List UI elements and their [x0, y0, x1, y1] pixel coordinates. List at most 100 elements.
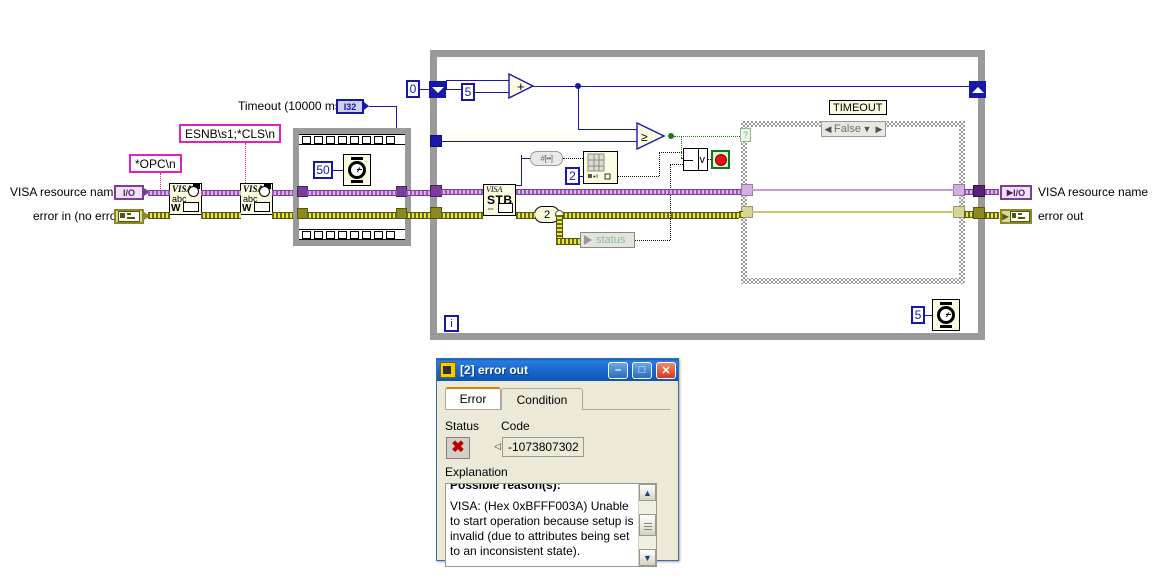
wire-io-stb-to-case: [516, 189, 742, 195]
error-in-terminal[interactable]: [114, 209, 144, 224]
visa-write-2-glyph: W: [242, 203, 252, 214]
wire-err-to-output: [985, 212, 999, 219]
loop-tunnel-err-out[interactable]: [973, 207, 985, 219]
visa-write-node-1[interactable]: VISA abc W: [169, 183, 202, 215]
chevron-down-icon[interactable]: ▼: [861, 124, 873, 134]
svg-text:≥: ≥: [641, 130, 648, 144]
case-prev-arrow-icon[interactable]: ◀: [822, 124, 834, 135]
svg-text:+: +: [517, 79, 525, 94]
clock-icon: [259, 186, 270, 197]
wire-stb-out-h: [516, 185, 522, 186]
opc-string-constant[interactable]: *OPC\n: [129, 154, 182, 173]
wire-wait50-to-timer: [333, 170, 343, 171]
scrollbar-thumb[interactable]: [639, 514, 656, 536]
visa-resource-name-out-terminal[interactable]: ▶ I/O: [1000, 185, 1032, 200]
visa-resource-name-terminal[interactable]: I/O: [114, 185, 144, 200]
error-code-field[interactable]: -1073807302: [502, 437, 584, 457]
scroll-down-button[interactable]: ▼: [639, 549, 656, 566]
wait-ms-function[interactable]: [343, 154, 371, 186]
wire-err-seg2: [201, 212, 241, 219]
wire-index-out-v: [659, 152, 661, 176]
explanation-textbox[interactable]: Possible reason(s): VISA: (Hex 0xBFFF003…: [445, 483, 657, 567]
wire-stb-out-up: [521, 155, 522, 185]
minimize-button[interactable]: –: [608, 361, 628, 379]
visa-write-node-2[interactable]: VISA abc W: [240, 183, 273, 215]
unbundle-status-node[interactable]: status: [580, 232, 635, 248]
wire-io-loop-to-stb: [441, 189, 483, 195]
wire-err-loop-to-stb: [441, 212, 483, 219]
code-label: Code: [501, 419, 530, 433]
wire-err-inside-seq: [307, 212, 397, 219]
sequence-film-bottom: [299, 229, 405, 240]
flat-sequence-structure[interactable]: [293, 128, 411, 246]
explanation-scrollbar[interactable]: ▲ ▼: [638, 484, 656, 566]
case-structure-body: [747, 127, 959, 278]
wire-err-to-case: [739, 211, 743, 218]
error-out-label: error out: [1038, 209, 1084, 223]
visa-read-stb-node[interactable]: VISA STB ⇔: [483, 184, 516, 216]
or-node[interactable]: v: [683, 148, 708, 171]
wire-err-branch-h: [556, 238, 580, 245]
n2b-glyph: #[••]: [540, 154, 554, 163]
esnb-string-constant[interactable]: ESNB\s1;*CLS\n: [179, 124, 282, 143]
loop-tunnel-io-out[interactable]: [973, 185, 985, 197]
shift-register-left[interactable]: [429, 81, 446, 98]
wire-io-seg2: [201, 190, 241, 196]
wire-sr-top-to-add: [446, 80, 510, 81]
increment-5-constant[interactable]: 5: [461, 83, 475, 101]
wire-ge-to-case-selector: [674, 136, 742, 138]
timeout-terminal[interactable]: I32: [336, 99, 364, 114]
wire-timeout-h1: [369, 106, 396, 107]
tab-condition[interactable]: Condition: [501, 388, 583, 410]
visa-write-1-io-box: [183, 202, 199, 212]
dialog-body: Error Condition Status Code ✖ ◁ -1073807…: [437, 381, 678, 567]
status-label: Status: [445, 419, 480, 433]
scroll-up-button[interactable]: ▲: [639, 484, 656, 501]
timeout-free-label: TIMEOUT: [829, 100, 887, 115]
explanation-heading: Possible reason(s):: [450, 483, 561, 492]
wire-err-stb-to-bundle: [516, 212, 535, 219]
error-out-dialog[interactable]: [2] error out – □ ✕ Error Condition Stat…: [436, 358, 679, 567]
iteration-terminal[interactable]: i: [444, 315, 459, 332]
labview-block-diagram: VISA resource name I/O error in (no erro…: [0, 0, 1152, 580]
visa-resource-name-out-label: VISA resource name out: [1038, 185, 1152, 199]
init-zero-constant[interactable]: 0: [406, 80, 420, 98]
case-selector-terminal[interactable]: ?: [740, 128, 751, 142]
tab-error[interactable]: Error: [445, 387, 501, 409]
error-out-terminal[interactable]: ▶: [1000, 209, 1032, 224]
explanation-label: Explanation: [445, 465, 508, 479]
wire-err-inside-case: [752, 211, 954, 213]
status-error-icon: ✖: [446, 437, 470, 459]
case-next-arrow-icon[interactable]: ▶: [873, 124, 885, 135]
code-prefix-arrow-icon: ◁: [494, 441, 501, 451]
shift-register-right[interactable]: [969, 81, 986, 98]
loop-tunnel-timeout[interactable]: [430, 135, 442, 147]
case-selected-value: False: [834, 123, 861, 135]
timeout-label: Timeout (10000 ms): [238, 99, 345, 113]
greater-equal-node-icon[interactable]: ≥: [636, 122, 668, 150]
visa-out-type: I/O: [1013, 187, 1026, 198]
visa-resource-name-label: VISA resource name: [10, 185, 121, 199]
case-selector-dropdown[interactable]: ◀ False ▼ ▶: [821, 121, 886, 137]
stop-terminal[interactable]: [711, 150, 730, 169]
wire-n2b-to-index: [563, 158, 583, 160]
visa-stb-io-box: [498, 203, 513, 213]
add-node-icon[interactable]: +: [508, 73, 536, 99]
wire-sr-vert: [446, 80, 447, 90]
index-2-constant[interactable]: 2: [565, 167, 580, 185]
wire-sr-to-5: [446, 89, 462, 90]
sequence-film-top: [299, 134, 405, 145]
status-label: status: [596, 234, 626, 246]
number-to-boolean-array-node[interactable]: #[••]: [530, 151, 563, 166]
close-button[interactable]: ✕: [656, 361, 676, 379]
index-array-node[interactable]: •ᵃ: [583, 151, 618, 184]
loop-wait-ms-function[interactable]: [932, 299, 960, 331]
maximize-button[interactable]: □: [632, 361, 652, 379]
wire-5-to-add: [475, 92, 510, 93]
wait-50-constant[interactable]: 50: [313, 161, 333, 179]
visa-stb-arrows: ⇔: [486, 203, 495, 213]
loop-wait-5-constant[interactable]: 5: [911, 306, 925, 324]
explanation-content: Possible reason(s): VISA: (Hex 0xBFFF003…: [450, 483, 636, 559]
tab-bar: Error Condition: [445, 387, 670, 410]
dialog-title-bar[interactable]: [2] error out – □ ✕: [437, 359, 678, 381]
